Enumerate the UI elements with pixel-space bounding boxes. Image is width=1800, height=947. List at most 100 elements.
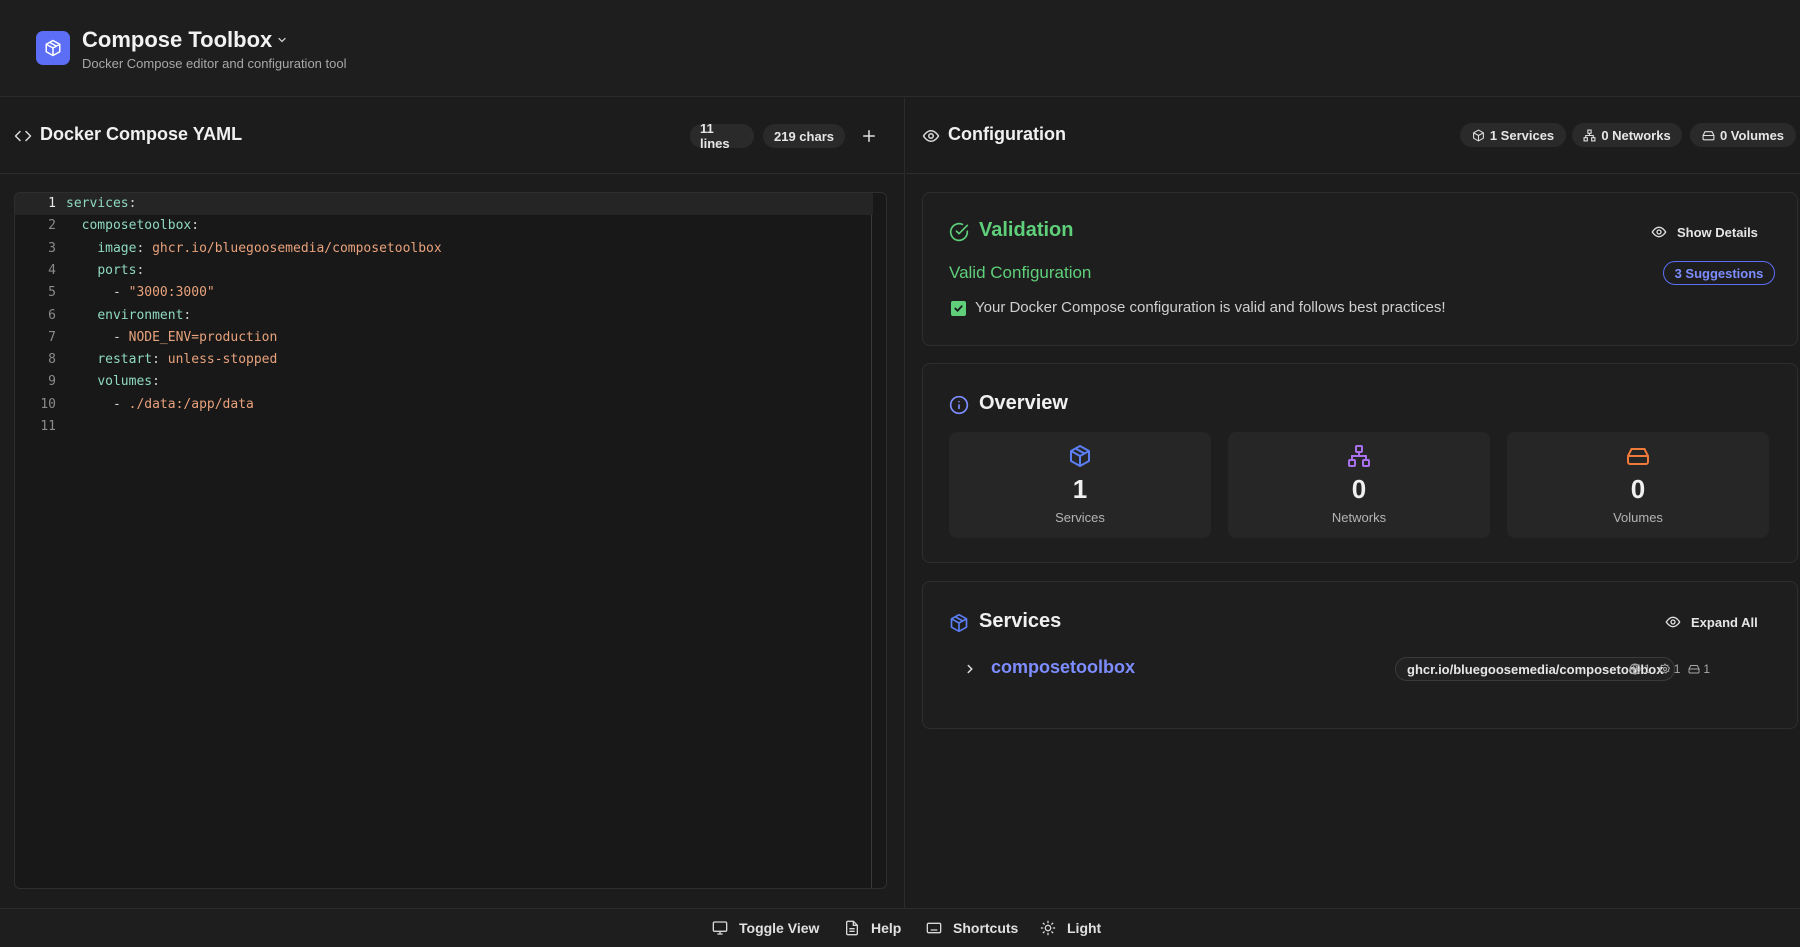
monitor-icon — [712, 921, 728, 935]
services-label: Services — [1055, 510, 1105, 525]
light-theme-button[interactable]: Light — [1040, 920, 1101, 936]
help-label: Help — [871, 920, 902, 936]
code-token: : — [136, 240, 153, 256]
help-button[interactable]: Help — [844, 920, 901, 936]
code-line[interactable]: 6 environment: — [15, 305, 873, 327]
ports-count: 1 — [1644, 662, 1651, 676]
footer-toolbar: Toggle View Help Shortcuts Light — [0, 908, 1800, 947]
add-button[interactable] — [860, 127, 878, 145]
light-label: Light — [1067, 920, 1102, 936]
chevron-right-icon[interactable] — [963, 662, 977, 676]
overview-title: Overview — [979, 392, 1068, 414]
line-number: 7 — [48, 329, 56, 345]
code-token: - — [66, 285, 129, 301]
networks-label: Networks — [1331, 510, 1387, 525]
volumes-count-badge: 0 Volumes — [1690, 123, 1796, 147]
code-token: services — [66, 196, 129, 211]
line-number: 1 — [48, 196, 56, 211]
code-text: services: — [66, 193, 136, 215]
line-number: 6 — [48, 307, 56, 323]
toggle-view-button[interactable]: Toggle View — [712, 920, 819, 936]
code-token: : — [152, 352, 168, 368]
volumes-label: Volumes — [1613, 510, 1663, 525]
code-line[interactable]: 5 - "3000:3000" — [15, 282, 873, 304]
app-title[interactable]: Compose Toolbox — [82, 27, 272, 53]
eye-icon — [1665, 616, 1681, 628]
volumes-stat: 1 — [1688, 662, 1710, 676]
volumes-count-mini: 1 — [1703, 662, 1711, 676]
code-token: ghcr.io/bluegoosemedia/composetoolbox — [152, 240, 442, 256]
line-number: 11 — [40, 419, 56, 434]
sun-icon — [1040, 920, 1056, 936]
code-text: restart: unless-stopped — [66, 349, 277, 371]
services-count-text: 1 Services — [1489, 127, 1555, 143]
line-number: 9 — [48, 374, 56, 390]
validation-title: Validation — [979, 219, 1074, 241]
code-text: image: ghcr.io/bluegoosemedia/composetoo… — [66, 238, 442, 260]
validation-status: Valid Configuration — [949, 263, 1092, 282]
globe-icon — [1629, 663, 1641, 675]
code-token: - — [66, 329, 129, 345]
editor-title: Docker Compose YAML — [40, 124, 243, 144]
app-header: Compose Toolbox Docker Compose editor an… — [0, 0, 1800, 97]
code-token: image — [97, 240, 137, 256]
code-token: ports — [97, 262, 137, 278]
services-count-badge: 1 Services — [1460, 123, 1566, 147]
service-name[interactable]: composetoolbox — [991, 657, 1135, 678]
eye-icon — [1651, 226, 1667, 238]
code-line[interactable]: 9 volumes: — [15, 371, 873, 393]
code-token: ./data:/app/data — [128, 396, 254, 412]
code-line[interactable]: 8 restart: unless-stopped — [15, 349, 873, 371]
configuration-title: Configuration — [948, 124, 1066, 144]
box-icon — [1068, 444, 1092, 468]
check-circle-icon — [949, 222, 969, 242]
box-icon — [949, 613, 969, 633]
validation-message: Your Docker Compose configuration is val… — [975, 299, 1446, 316]
line-number: 8 — [48, 352, 56, 368]
code-icon — [14, 127, 32, 145]
code-line[interactable]: 11 — [15, 416, 873, 438]
code-line[interactable]: 4 ports: — [15, 260, 873, 282]
network-icon — [1583, 129, 1596, 141]
code-line[interactable]: 7 - NODE_ENV=production — [15, 327, 873, 349]
show-details-button[interactable]: Show Details — [1651, 224, 1758, 240]
line-number: 2 — [48, 218, 56, 234]
expand-all-button[interactable]: Expand All — [1665, 614, 1758, 630]
service-mini-stats: 1 1 1 — [1629, 662, 1710, 676]
code-line[interactable]: 3 image: ghcr.io/bluegoosemedia/composet… — [15, 238, 873, 260]
code-token: NODE_ENV=production — [128, 329, 278, 345]
code-token: - — [66, 396, 129, 412]
suggestions-badge[interactable]: 3 Suggestions — [1663, 261, 1775, 285]
shortcuts-button[interactable]: Shortcuts — [926, 920, 1018, 936]
code-line[interactable]: 1 services: — [15, 193, 873, 215]
volumes-count-text: 0 Volumes — [1719, 127, 1785, 143]
toggle-view-label: Toggle View — [739, 920, 820, 936]
ports-stat: 1 — [1629, 662, 1651, 676]
code-token: : — [128, 196, 137, 211]
char-count-badge: 219 chars — [763, 124, 845, 148]
code-editor[interactable]: 1 services: 2 composetoolbox: 3 image: ghcr… — [14, 192, 887, 889]
code-token: : — [183, 307, 192, 323]
env-count: 1 — [1673, 662, 1681, 676]
validation-card: Validation Show Details Valid Configurat… — [922, 192, 1798, 346]
code-token: : — [191, 218, 200, 234]
line-count-badge: 11 lines — [690, 121, 754, 151]
info-icon — [949, 395, 969, 415]
service-row-composetoolbox[interactable]: composetoolbox ghcr.io/bluegoosemedia/co… — [949, 654, 1779, 684]
hard-drive-icon — [1702, 130, 1715, 140]
chevron-down-icon[interactable] — [276, 34, 288, 46]
networks-stat-tile: 0 Networks — [1228, 432, 1490, 538]
app-subtitle: Docker Compose editor and configuration … — [82, 56, 347, 71]
checkmark-icon — [951, 301, 966, 316]
code-token: : — [136, 262, 145, 278]
file-text-icon — [846, 920, 858, 936]
code-line[interactable]: 2 composetoolbox: — [15, 215, 873, 237]
code-text: ports: — [66, 260, 144, 282]
line-number: 5 — [48, 285, 56, 301]
code-line[interactable]: 10 - ./data:/app/data — [15, 394, 873, 416]
networks-count-badge: 0 Networks — [1572, 123, 1682, 147]
